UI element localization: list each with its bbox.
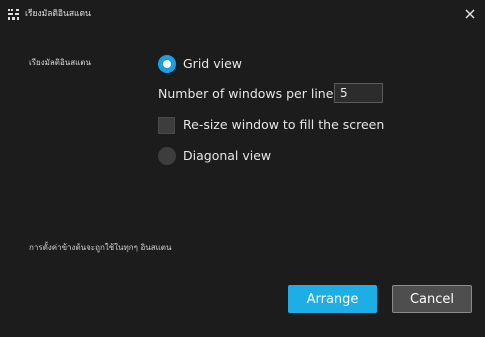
arrange-button[interactable]: Arrange	[288, 285, 377, 313]
arrange-instances-dialog: เรียงมัลติอินสแตน เรียงมัลติอินสแตน Grid…	[0, 0, 485, 337]
title-bar: เรียงมัลติอินสแตน	[0, 0, 485, 28]
section-label: เรียงมัลติอินสแตน	[29, 58, 91, 67]
diagonal-view-radio[interactable]	[158, 147, 176, 165]
window-title: เรียงมัลติอินสแตน	[25, 9, 91, 19]
resize-to-fill-checkbox[interactable]	[158, 117, 175, 134]
grid-view-radio[interactable]	[158, 55, 176, 73]
grid-view-label[interactable]: Grid view	[183, 55, 242, 73]
settings-note: การตั้งค่าข้างต้นจะถูกใช้ในทุกๆ อินสแตน	[29, 243, 172, 252]
resize-to-fill-label[interactable]: Re-size window to fill the screen	[183, 116, 384, 134]
windows-per-line-label: Number of windows per line	[158, 86, 334, 101]
diagonal-view-label[interactable]: Diagonal view	[183, 147, 271, 165]
grid-icon	[8, 9, 19, 20]
windows-per-line-input[interactable]	[334, 83, 383, 103]
close-icon[interactable]	[462, 6, 478, 22]
cancel-button[interactable]: Cancel	[392, 285, 472, 313]
